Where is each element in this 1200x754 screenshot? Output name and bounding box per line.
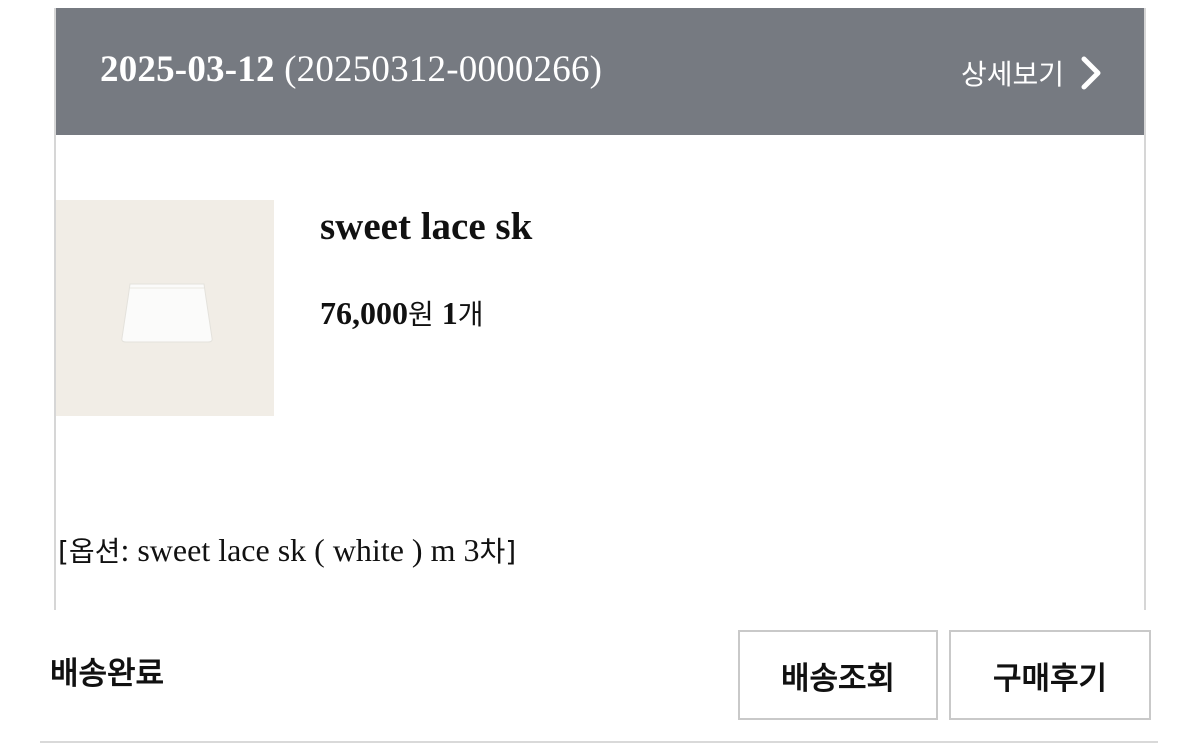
chevron-right-icon — [1081, 56, 1101, 90]
product-quantity: 1 — [441, 295, 458, 331]
order-number: (20250312-0000266) — [284, 49, 603, 90]
product-name[interactable]: sweet lace sk — [320, 204, 532, 249]
product-option: [옵션: sweet lace sk ( white ) m 3차] — [58, 530, 516, 570]
price-quantity: 76,000원 1개 — [320, 293, 484, 333]
option-text: : sweet lace sk ( white ) m 3 — [120, 532, 480, 568]
divider — [40, 741, 1158, 743]
skirt-image — [121, 283, 213, 343]
option-suffix: 차] — [479, 535, 517, 568]
order-header: 2025-03-12 (20250312-0000266) 상세보기 — [56, 8, 1144, 135]
delivery-status: 배송완료 — [50, 656, 165, 692]
order-date-number: 2025-03-12 (20250312-0000266) — [100, 48, 602, 91]
option-prefix: [옵션 — [58, 535, 121, 568]
view-details-link[interactable]: 상세보기 — [961, 53, 1104, 93]
order-date: 2025-03-12 — [100, 49, 275, 90]
product-price: 76,000 — [320, 295, 408, 331]
product-thumbnail[interactable] — [56, 200, 274, 416]
track-delivery-button[interactable]: 배송조회 — [738, 630, 938, 720]
view-details-label: 상세보기 — [960, 58, 1064, 91]
order-card: 2025-03-12 (20250312-0000266) 상세보기 sweet… — [54, 8, 1146, 610]
quantity-unit: 개 — [457, 298, 484, 331]
currency-label: 원 — [408, 298, 434, 331]
write-review-button[interactable]: 구매후기 — [949, 630, 1151, 720]
